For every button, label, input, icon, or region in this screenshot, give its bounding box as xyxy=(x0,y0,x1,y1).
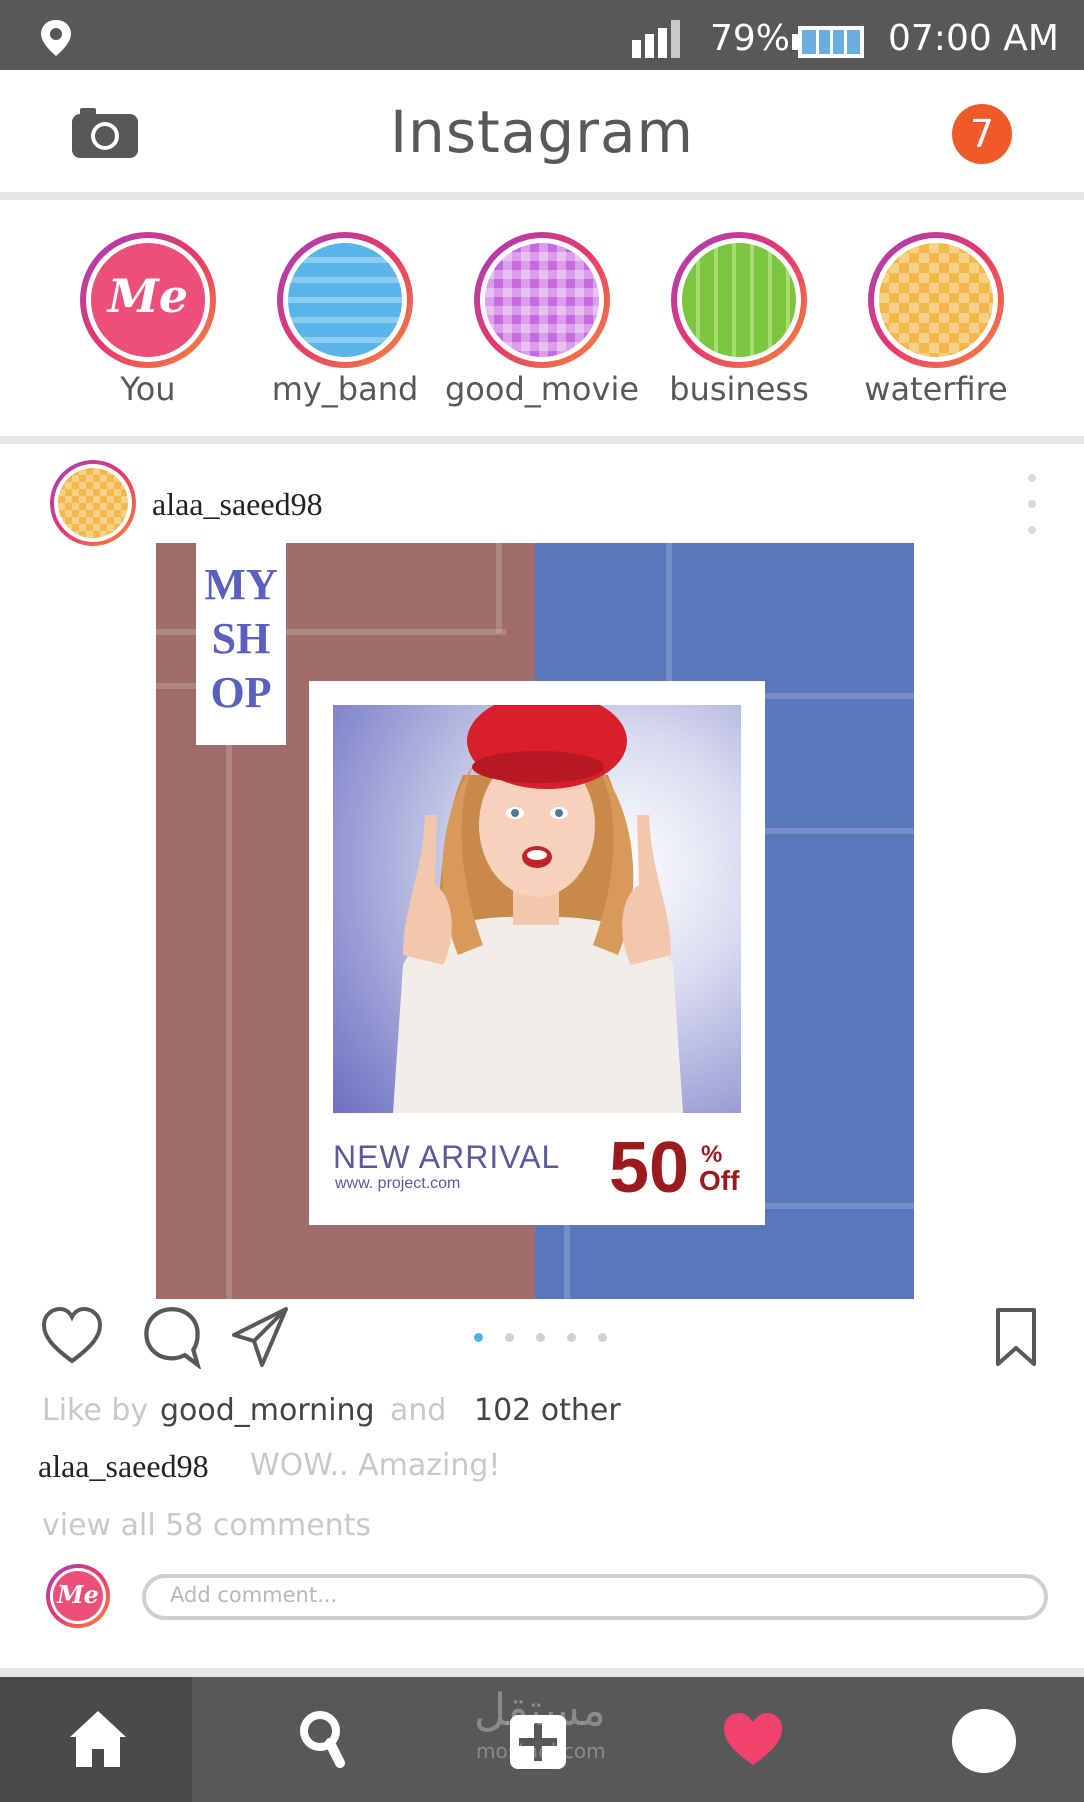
likes-prefix: Like by xyxy=(42,1393,149,1428)
promo-frame: NEW ARRIVAL www. project.com 50 % Off xyxy=(309,681,765,1225)
comment-input[interactable]: Add comment... xyxy=(142,1574,1048,1620)
carousel-dot xyxy=(567,1333,576,1342)
divider xyxy=(0,436,1084,444)
caption-user[interactable]: alaa_saeed98 xyxy=(38,1448,209,1485)
shop-text-line: MY xyxy=(204,560,278,609)
battery-icon xyxy=(792,26,864,58)
post-menu-icon[interactable] xyxy=(1016,470,1048,540)
post-avatar[interactable] xyxy=(50,460,136,546)
story-business[interactable] xyxy=(671,232,807,368)
watermark-arabic: مستقل xyxy=(474,1685,606,1736)
story-label: You xyxy=(120,370,176,408)
search-icon[interactable] xyxy=(298,1709,346,1771)
shop-text-line: SH xyxy=(211,614,271,663)
carousel-dot xyxy=(505,1333,514,1342)
carousel-dot xyxy=(536,1333,545,1342)
bookmark-icon[interactable] xyxy=(994,1306,1038,1370)
app-title: Instagram xyxy=(389,98,695,166)
battery-percent: 79% xyxy=(710,18,791,59)
view-all-comments-link[interactable]: view all 58 comments xyxy=(42,1508,371,1543)
home-icon xyxy=(70,1711,126,1767)
likes-others[interactable]: 102 other xyxy=(474,1393,621,1428)
promo-headline: NEW ARRIVAL xyxy=(333,1139,561,1175)
watermark-latin: mostaql.com xyxy=(476,1739,606,1763)
story-good-movie[interactable] xyxy=(474,232,610,368)
story-label: my_band xyxy=(271,370,419,408)
story-waterfire[interactable] xyxy=(868,232,1004,368)
profile-icon[interactable] xyxy=(952,1709,1016,1773)
likes-line: Like by good_morning and 102 other xyxy=(42,1393,1042,1433)
story-my-band[interactable] xyxy=(277,232,413,368)
discount-off: Off xyxy=(699,1165,740,1196)
woman-illustration xyxy=(393,705,683,1113)
likes-user[interactable]: good_morning xyxy=(160,1393,375,1428)
story-label: good_movie xyxy=(444,370,640,408)
comment-avatar-text: Me xyxy=(57,1580,99,1609)
post-username[interactable]: alaa_saeed98 xyxy=(152,486,323,523)
like-heart-icon[interactable] xyxy=(40,1305,104,1369)
comment-bubble-icon[interactable] xyxy=(140,1305,204,1369)
promo-url: www. project.com xyxy=(335,1175,461,1192)
story-you[interactable]: Me xyxy=(80,232,216,368)
divider xyxy=(0,192,1084,200)
comment-placeholder: Add comment... xyxy=(170,1583,338,1607)
caption-text: WOW.. Amazing! xyxy=(250,1448,501,1483)
discount-number: 50 xyxy=(609,1128,690,1208)
story-label: business xyxy=(669,370,809,408)
post-image[interactable]: MY SH OP NEW ARRIVAL www. project.com 50… xyxy=(156,543,914,1299)
bottom-nav: مستقل mostaql.com xyxy=(0,1677,1084,1802)
heart-icon[interactable] xyxy=(722,1711,784,1767)
divider xyxy=(0,1668,1084,1677)
carousel-dot-active xyxy=(474,1333,483,1342)
story-avatar-text: Me xyxy=(107,269,189,323)
model-photo xyxy=(333,705,741,1113)
story-label: waterfire xyxy=(864,370,1008,408)
likes-and: and xyxy=(390,1393,447,1428)
location-pin-icon xyxy=(41,20,71,56)
clock: 07:00 AM xyxy=(888,18,1059,59)
notification-badge[interactable]: 7 xyxy=(952,104,1012,164)
comment-avatar: Me xyxy=(46,1564,110,1628)
shop-text-line: OP xyxy=(210,668,272,717)
carousel-dot xyxy=(598,1333,607,1342)
status-bar: 79% 07:00 AM xyxy=(0,0,1084,70)
app-header: Instagram 7 xyxy=(0,70,1084,192)
nav-home[interactable] xyxy=(0,1677,192,1802)
signal-icon xyxy=(632,20,680,58)
share-send-icon[interactable] xyxy=(228,1305,292,1369)
shop-banner: MY SH OP xyxy=(196,543,286,745)
